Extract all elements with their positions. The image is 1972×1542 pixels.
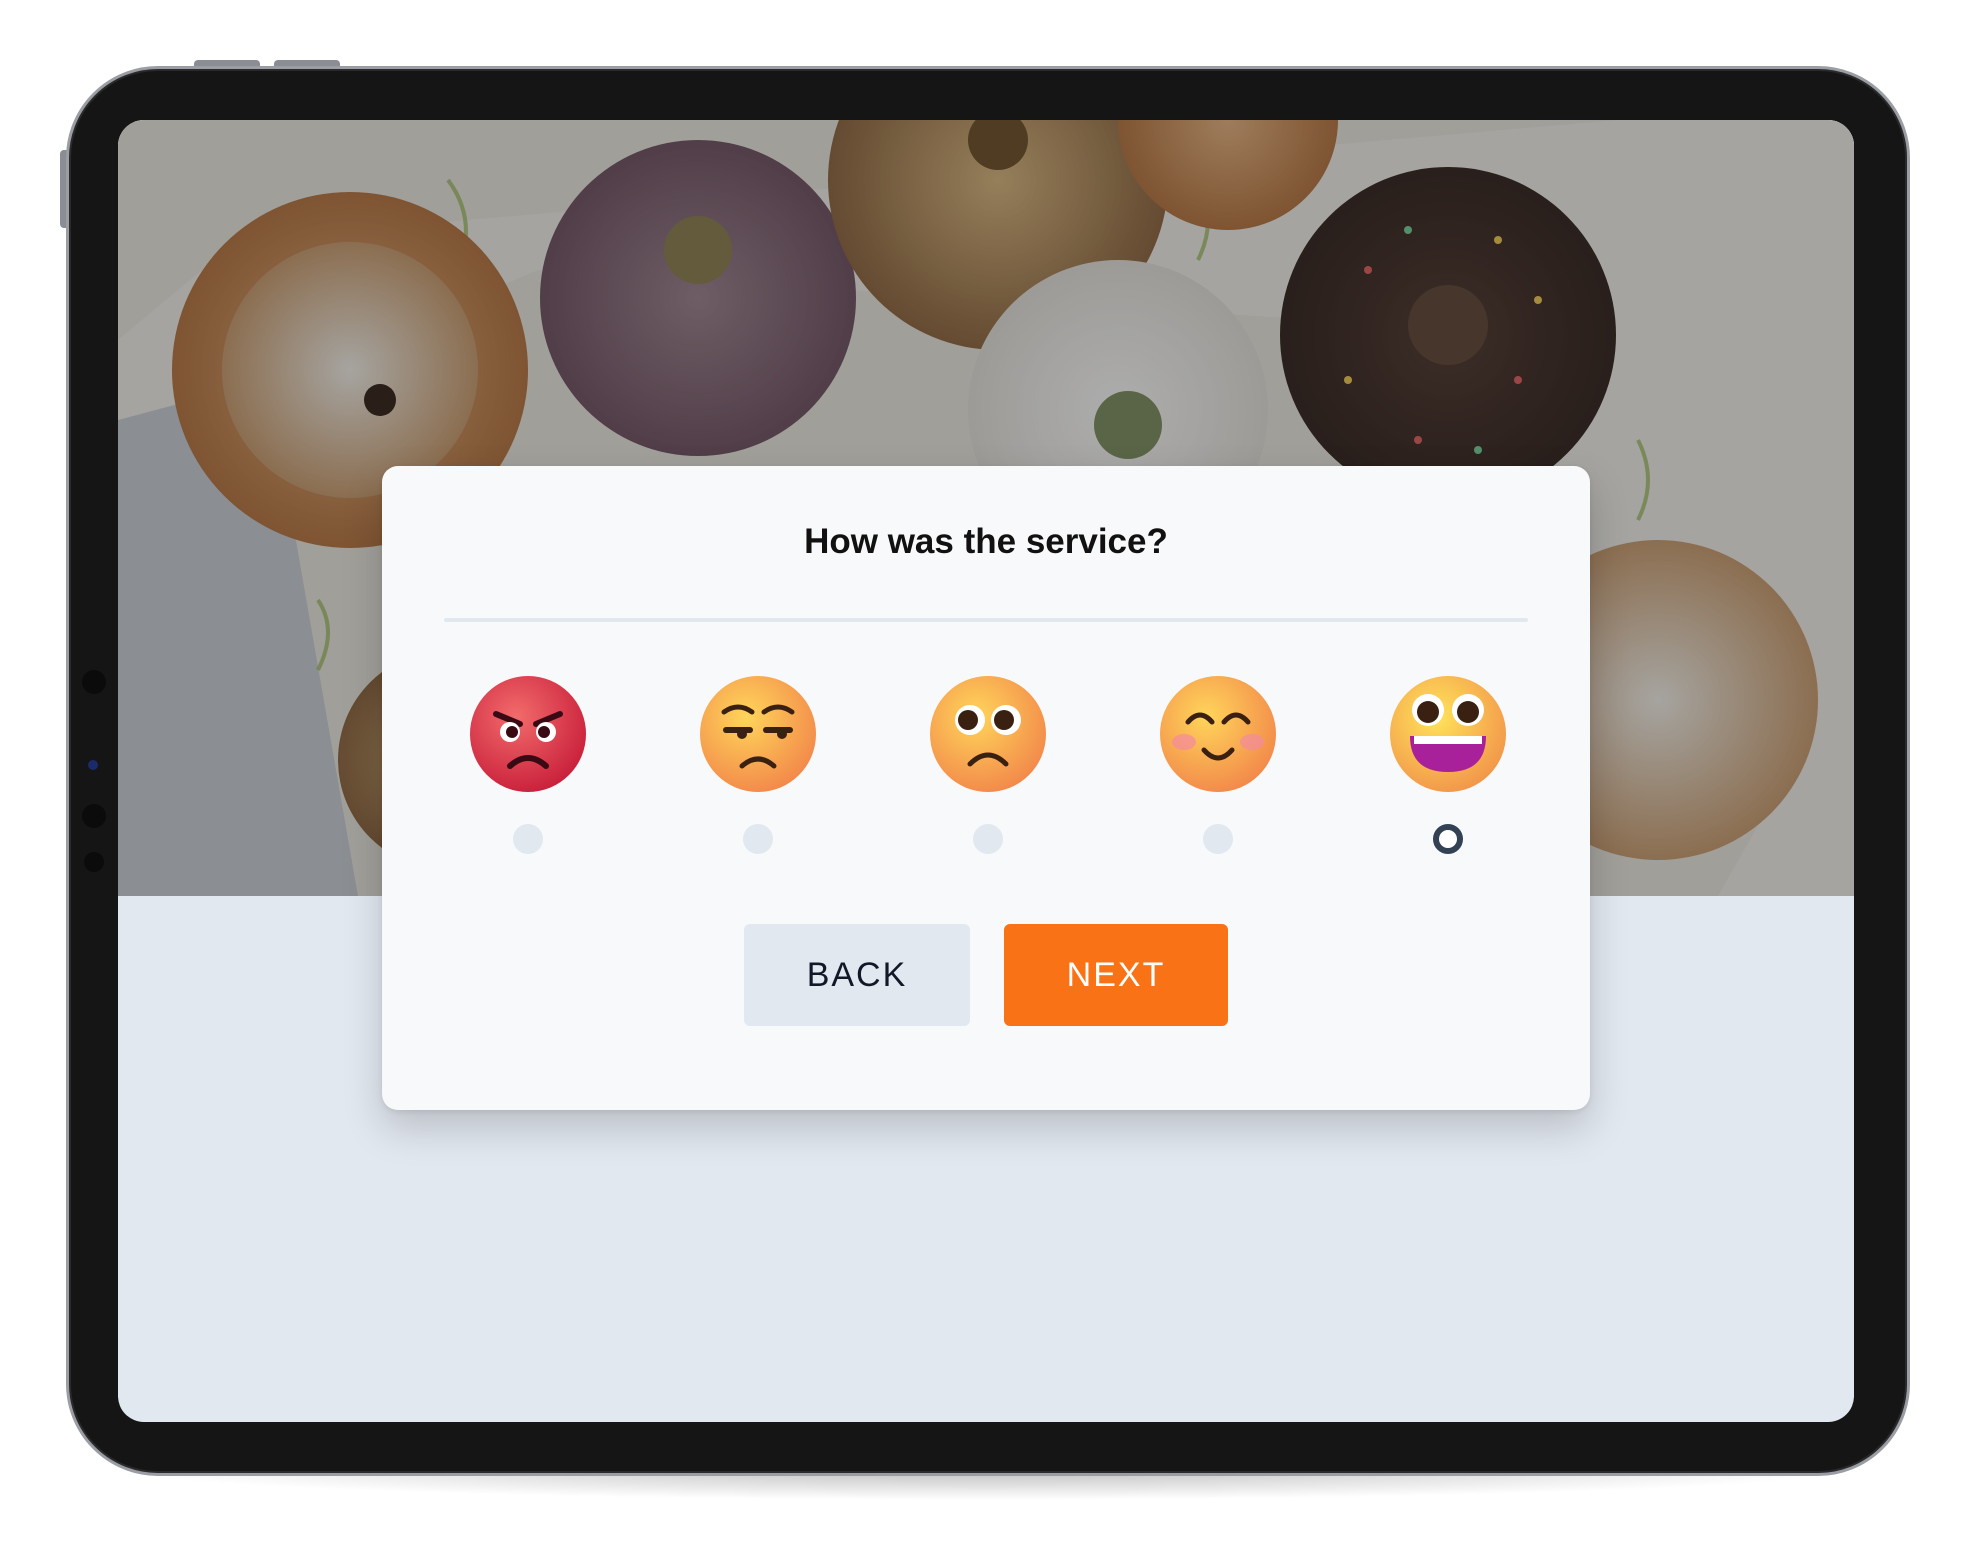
rating-option-4[interactable] bbox=[1148, 674, 1288, 864]
rating-option-5[interactable] bbox=[1378, 674, 1518, 864]
rating-radio-4[interactable] bbox=[1203, 824, 1233, 854]
sensor-icon bbox=[84, 852, 104, 872]
smiling-face-icon bbox=[1160, 676, 1276, 792]
grinning-face-icon bbox=[1390, 676, 1506, 792]
rating-option-1[interactable] bbox=[458, 674, 598, 864]
sensor-icon bbox=[88, 760, 98, 770]
rating-option-3[interactable] bbox=[918, 674, 1058, 864]
sensor-icon bbox=[82, 804, 106, 828]
survey-card: How was the service? BACK NEXT bbox=[382, 466, 1590, 1110]
rating-option-2[interactable] bbox=[688, 674, 828, 864]
survey-question: How was the service? bbox=[804, 522, 1168, 561]
back-button[interactable]: BACK bbox=[744, 924, 970, 1026]
divider bbox=[444, 618, 1528, 622]
angry-face-icon bbox=[470, 676, 586, 792]
rating-radio-5-selected[interactable] bbox=[1433, 824, 1463, 854]
unamused-face-icon bbox=[700, 676, 816, 792]
camera-icon bbox=[82, 670, 106, 694]
rating-radio-2[interactable] bbox=[743, 824, 773, 854]
next-button[interactable]: NEXT bbox=[1004, 924, 1228, 1026]
rating-radio-1[interactable] bbox=[513, 824, 543, 854]
rating-radio-3[interactable] bbox=[973, 824, 1003, 854]
frowning-face-icon bbox=[930, 676, 1046, 792]
tablet-screen: How was the service? BACK NEXT bbox=[118, 120, 1854, 1422]
